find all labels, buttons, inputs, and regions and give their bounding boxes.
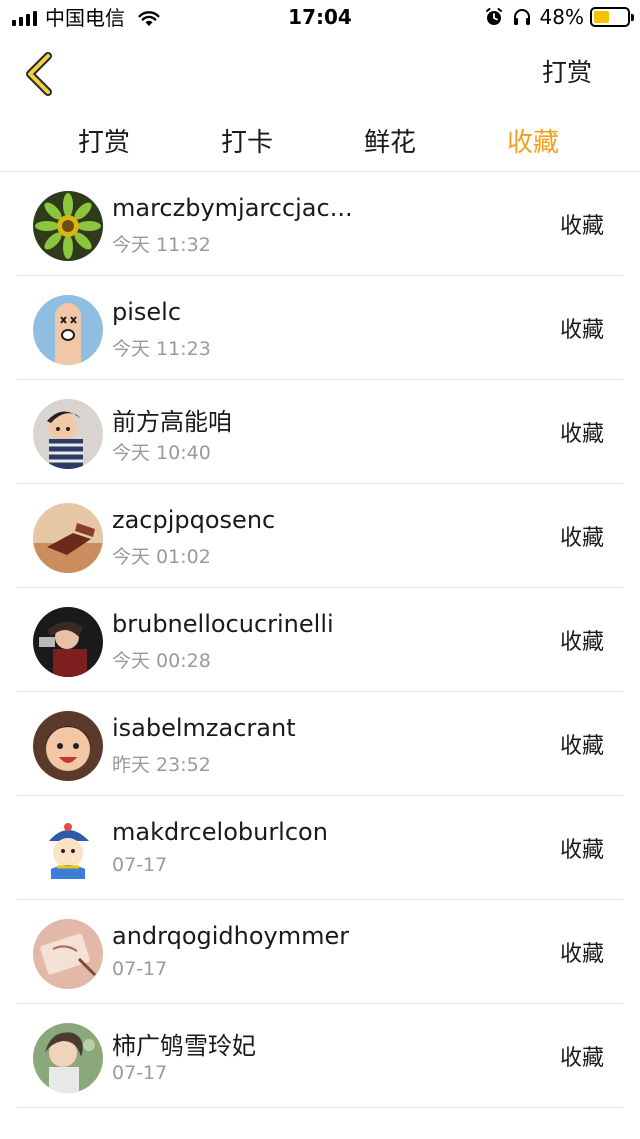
- list-item[interactable]: 前方高能咱 今天 10:40 收藏: [0, 380, 640, 484]
- list-item[interactable]: zacpjpqosenc 今天 01:02 收藏: [0, 484, 640, 588]
- avatar[interactable]: [33, 919, 103, 989]
- timestamp: 今天 10:40: [112, 442, 211, 464]
- user-name: piselc: [112, 298, 182, 326]
- status-bar: 中国电信 17:04 48%: [0, 0, 640, 36]
- avatar[interactable]: [33, 399, 103, 469]
- chevron-left-icon: [26, 52, 52, 96]
- tab-flowers[interactable]: 鲜花: [340, 122, 440, 159]
- avatar[interactable]: [33, 711, 103, 781]
- divider: [17, 1107, 623, 1108]
- alarm-icon: [485, 8, 502, 25]
- user-name: brubnellocucrinelli: [112, 610, 334, 638]
- battery-percent: 48%: [539, 5, 584, 29]
- favorite-label: 收藏: [559, 422, 604, 447]
- user-name: andrqogidhoymmer: [112, 922, 350, 950]
- tab-checkin[interactable]: 打卡: [197, 122, 297, 159]
- timestamp: 07-17: [112, 854, 168, 876]
- timestamp: 07-17: [112, 958, 168, 980]
- favorite-label: 收藏: [559, 526, 604, 551]
- reward-button[interactable]: 打赏: [542, 53, 592, 89]
- tab-bar: 打赏 打卡 鲜花 收藏: [0, 114, 640, 172]
- favorites-list: marczbymjarccjac... 今天 11:32 收藏 piselc 今…: [0, 172, 640, 1108]
- timestamp: 今天 11:32: [112, 234, 211, 256]
- list-item[interactable]: brubnellocucrinelli 今天 00:28 收藏: [0, 588, 640, 692]
- list-item[interactable]: piselc 今天 11:23 收藏: [0, 276, 640, 380]
- favorite-label: 收藏: [559, 214, 604, 239]
- favorite-label: 收藏: [559, 942, 604, 967]
- avatar[interactable]: [33, 607, 103, 677]
- avatar[interactable]: [33, 191, 103, 261]
- favorite-label: 收藏: [559, 734, 604, 759]
- user-name: makdrceloburlcon: [112, 818, 328, 846]
- favorite-label: 收藏: [559, 838, 604, 863]
- timestamp: 今天 01:02: [112, 546, 211, 568]
- user-name: zacpjpqosenc: [112, 506, 276, 534]
- tab-reward[interactable]: 打赏: [54, 122, 154, 159]
- avatar[interactable]: [33, 295, 103, 365]
- user-name: 前方高能咱: [112, 408, 232, 436]
- list-item[interactable]: marczbymjarccjac... 今天 11:32 收藏: [0, 172, 640, 276]
- favorite-label: 收藏: [559, 1046, 604, 1071]
- headphones-icon: [513, 9, 530, 25]
- user-name: isabelmzacrant: [112, 714, 296, 742]
- timestamp: 今天 11:23: [112, 338, 211, 360]
- battery-icon: [590, 7, 634, 27]
- avatar[interactable]: [33, 503, 103, 573]
- timestamp: 07-17: [112, 1062, 168, 1084]
- list-item[interactable]: makdrceloburlcon 07-17 收藏: [0, 796, 640, 900]
- tab-favorites[interactable]: 收藏: [483, 122, 583, 159]
- user-name: 柿广鸲雪玲妃: [112, 1032, 256, 1060]
- back-button[interactable]: [20, 50, 64, 98]
- avatar[interactable]: [33, 815, 103, 885]
- list-item[interactable]: isabelmzacrant 昨天 23:52 收藏: [0, 692, 640, 796]
- timestamp: 昨天 23:52: [112, 754, 211, 776]
- avatar[interactable]: [33, 1023, 103, 1093]
- list-item[interactable]: andrqogidhoymmer 07-17 收藏: [0, 900, 640, 1004]
- status-right: 48%: [484, 5, 634, 29]
- list-item[interactable]: 柿广鸲雪玲妃 07-17 收藏: [0, 1004, 640, 1108]
- timestamp: 今天 00:28: [112, 650, 211, 672]
- user-name: marczbymjarccjac...: [112, 194, 353, 222]
- favorite-label: 收藏: [559, 630, 604, 655]
- favorite-label: 收藏: [559, 318, 604, 343]
